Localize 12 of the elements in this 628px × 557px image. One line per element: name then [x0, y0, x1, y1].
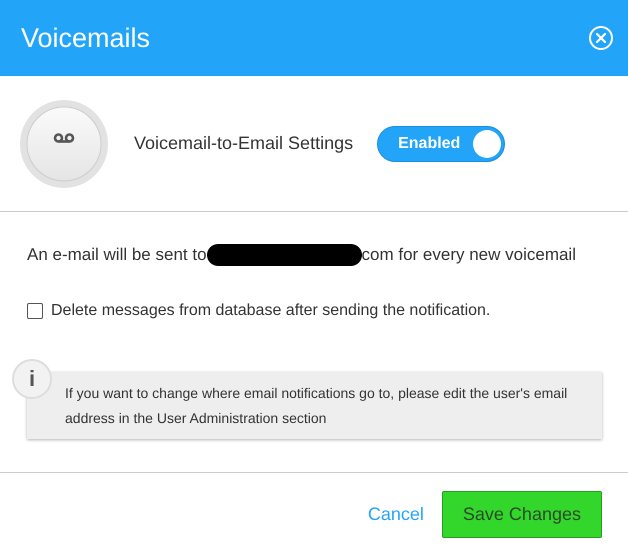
info-icon: i [12, 359, 52, 399]
notice-text: com for every new voicemail [362, 245, 576, 265]
save-button[interactable]: Save Changes [442, 491, 602, 538]
settings-label: Voicemail-to-Email Settings [134, 133, 354, 154]
cancel-link[interactable]: Cancel [362, 503, 430, 526]
delete-label: Delete messages from database after sending the notification. [51, 302, 490, 320]
close-icon[interactable] [588, 25, 614, 51]
delete-checkbox[interactable] [27, 303, 43, 319]
window-title: Voicemails [21, 22, 150, 54]
voicemail-icon [20, 100, 108, 188]
notice-text: An e-mail will be sent to [27, 245, 207, 265]
enabled-toggle[interactable]: Enabled [377, 126, 506, 162]
